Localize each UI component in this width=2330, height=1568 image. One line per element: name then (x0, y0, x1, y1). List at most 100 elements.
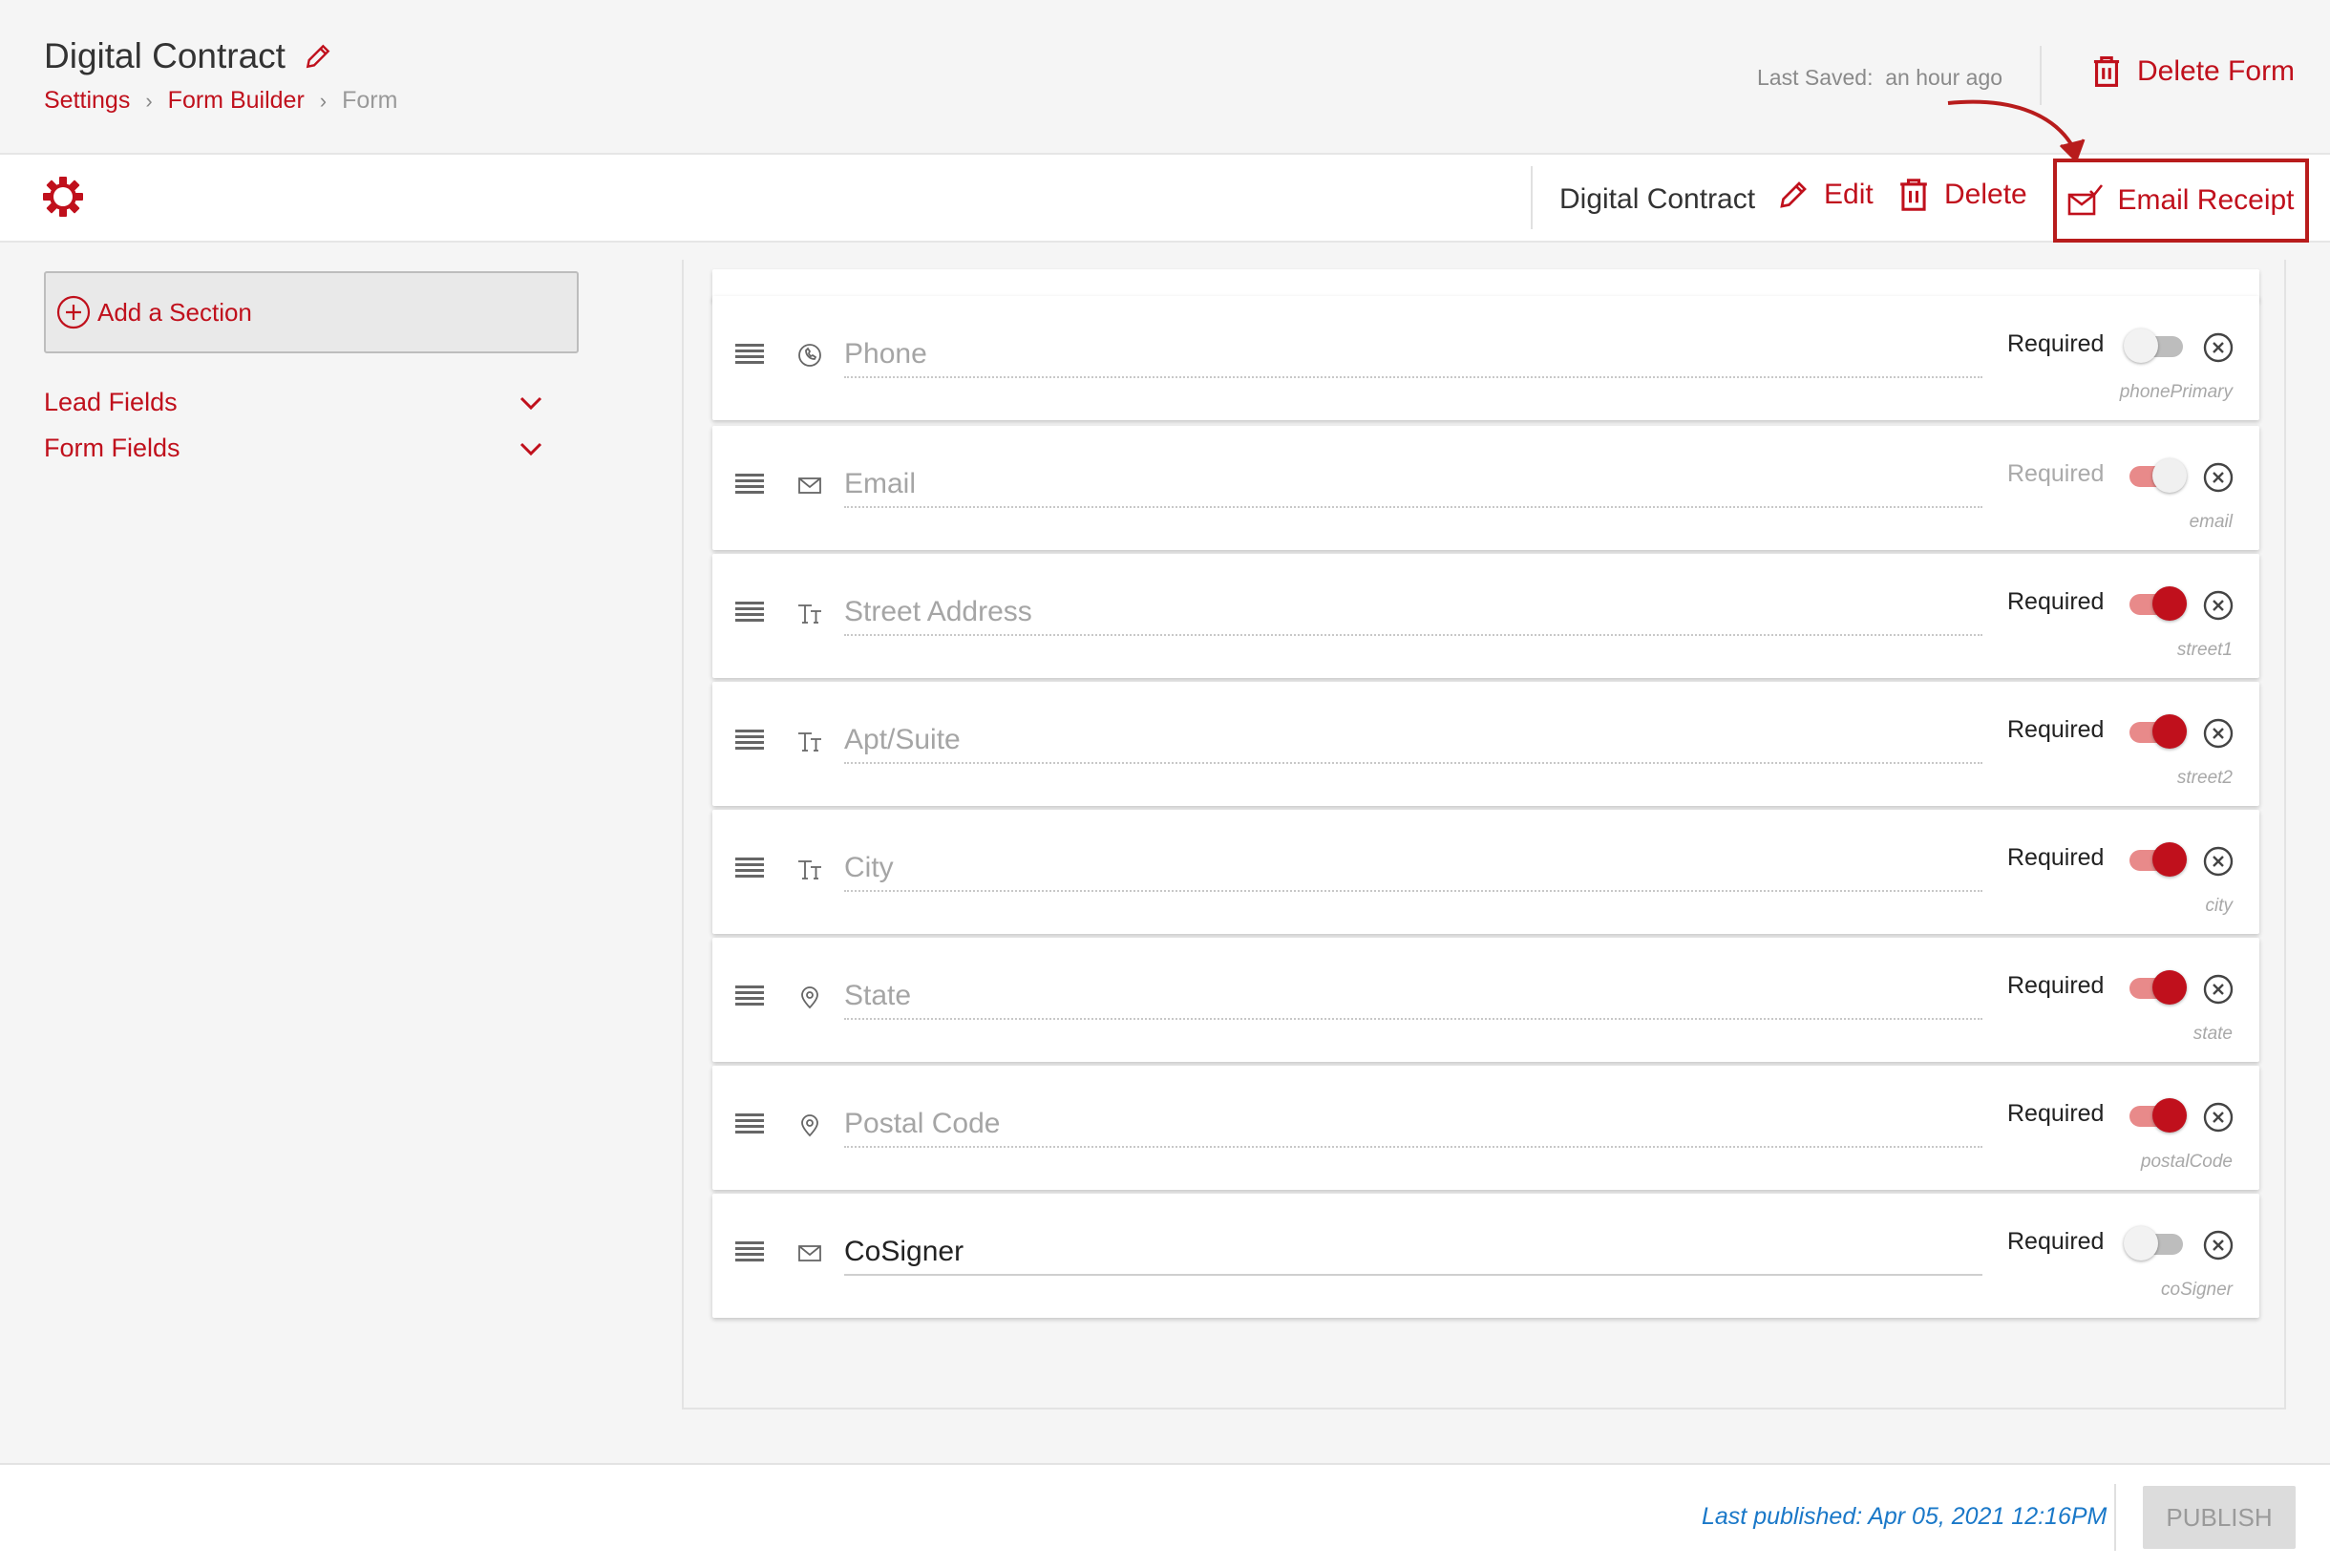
form-name: Digital Contract (1559, 183, 1756, 215)
chevron-right-icon: › (145, 88, 153, 113)
required-label: Required (2007, 716, 2105, 743)
delete-form-label: Delete Form (2137, 55, 2296, 87)
field-row[interactable]: State Required state (712, 938, 2259, 1062)
page-title: Digital Contract (44, 36, 333, 76)
delete-button[interactable]: Delete (1896, 178, 2027, 212)
publish-button[interactable]: PUBLISH (2143, 1486, 2296, 1549)
field-key: postalCode (2140, 1152, 2233, 1172)
annotation-arrow (1947, 99, 2086, 162)
last-saved-value: an hour ago (1885, 65, 2003, 90)
remove-field-icon[interactable] (2202, 461, 2235, 494)
drag-handle-icon[interactable] (735, 342, 764, 367)
delete-form-button[interactable]: Delete Form (2091, 55, 2295, 88)
required-toggle[interactable] (2124, 1098, 2187, 1133)
mail-icon (796, 1240, 823, 1266)
required-toggle[interactable] (2124, 1226, 2187, 1261)
chevron-down-icon (519, 442, 542, 456)
required-label: Required (2007, 460, 2105, 487)
required-toggle[interactable] (2124, 842, 2187, 877)
text-size-icon (796, 600, 823, 626)
field-label-input[interactable]: CoSigner (844, 1234, 1982, 1276)
field-row[interactable]: Postal Code Required postalCode (712, 1066, 2259, 1190)
remove-field-icon[interactable] (2202, 1229, 2235, 1261)
field-key: email (2189, 512, 2233, 532)
required-label: Required (2007, 588, 2105, 615)
drag-handle-icon[interactable] (735, 1240, 764, 1264)
chevron-down-icon (519, 396, 542, 410)
remove-field-icon[interactable] (2202, 1101, 2235, 1134)
field-label-input[interactable]: State (844, 978, 1982, 1020)
phone-icon (796, 342, 823, 369)
breadcrumb-form-builder[interactable]: Form Builder (168, 87, 305, 115)
field-row[interactable]: Street Address Required street1 (712, 554, 2259, 678)
drag-handle-icon[interactable] (735, 856, 764, 880)
add-section-button[interactable]: Add a Section (44, 271, 579, 353)
sidebar-item-label: Lead Fields (44, 388, 178, 416)
field-label-input[interactable]: Email (844, 466, 1982, 508)
remove-field-icon[interactable] (2202, 845, 2235, 878)
field-row[interactable]: Phone Required phonePrimary (712, 296, 2259, 420)
field-row[interactable]: Apt/Suite Required street2 (712, 682, 2259, 806)
drag-handle-icon[interactable] (735, 984, 764, 1008)
sidebar-item-lead-fields[interactable]: Lead Fields (44, 388, 550, 417)
field-key: coSigner (2161, 1280, 2233, 1300)
field-label-input[interactable]: City (844, 850, 1982, 892)
location-pin-icon (796, 1112, 823, 1138)
mail-icon (796, 472, 823, 498)
pencil-icon[interactable] (303, 41, 333, 72)
last-saved-label: Last Saved: (1757, 65, 1874, 90)
last-saved-status: Last Saved: an hour ago (1757, 65, 2002, 91)
trash-icon (1900, 179, 1927, 211)
required-toggle[interactable] (2124, 970, 2187, 1005)
field-label-input[interactable]: Postal Code (844, 1106, 1982, 1148)
edit-button[interactable]: Edit (1776, 178, 1874, 212)
remove-field-icon[interactable] (2202, 717, 2235, 750)
field-label-input[interactable]: Phone (844, 336, 1982, 378)
field-key: state (2192, 1024, 2233, 1044)
text-size-icon (796, 728, 823, 754)
required-toggle[interactable] (2124, 328, 2187, 363)
sidebar-item-label: Form Fields (44, 434, 180, 462)
field-key: city (2205, 896, 2234, 916)
email-receipt-label: Email Receipt (2117, 184, 2295, 216)
field-row[interactable]: Email Required email (712, 426, 2259, 550)
field-row[interactable]: CoSigner Required coSigner (712, 1194, 2259, 1318)
sidebar-item-form-fields[interactable]: Form Fields (44, 434, 550, 463)
divider (1531, 166, 1533, 229)
edit-label: Edit (1824, 179, 1874, 210)
trash-icon (2093, 56, 2120, 87)
drag-handle-icon[interactable] (735, 1112, 764, 1136)
gear-icon[interactable] (42, 176, 84, 218)
required-toggle (2124, 458, 2187, 493)
chevron-right-icon: › (319, 88, 328, 113)
remove-field-icon[interactable] (2202, 973, 2235, 1006)
delete-label: Delete (1944, 179, 2027, 210)
field-row[interactable]: City Required city (712, 810, 2259, 934)
last-published-status: Last published: Apr 05, 2021 12:16PM (1702, 1503, 2108, 1530)
breadcrumb-settings[interactable]: Settings (44, 87, 130, 115)
remove-field-icon[interactable] (2202, 589, 2235, 622)
required-label: Required (2007, 972, 2105, 999)
page-title-text: Digital Contract (44, 36, 286, 75)
required-label: Required (2007, 330, 2105, 357)
divider (2114, 1484, 2116, 1551)
required-label: Required (2007, 1100, 2105, 1127)
drag-handle-icon[interactable] (735, 472, 764, 497)
field-label-input[interactable]: Apt/Suite (844, 722, 1982, 764)
page-footer: Last published: Apr 05, 2021 12:16PM PUB… (0, 1463, 2330, 1568)
add-section-label: Add a Section (97, 297, 252, 327)
drag-handle-icon[interactable] (735, 728, 764, 752)
required-toggle[interactable] (2124, 714, 2187, 749)
required-toggle[interactable] (2124, 586, 2187, 621)
plus-circle-icon (56, 295, 91, 329)
field-label-input[interactable]: Street Address (844, 594, 1982, 636)
drag-handle-icon[interactable] (735, 600, 764, 625)
breadcrumb-current: Form (342, 87, 398, 114)
required-label: Required (2007, 1228, 2105, 1255)
field-key: street1 (2176, 640, 2233, 660)
required-label: Required (2007, 844, 2105, 871)
email-receipt-button[interactable]: Email Receipt (2053, 159, 2309, 243)
breadcrumb: Settings › Form Builder › Form (44, 87, 397, 115)
field-key: street2 (2176, 768, 2233, 788)
remove-field-icon[interactable] (2202, 331, 2235, 364)
